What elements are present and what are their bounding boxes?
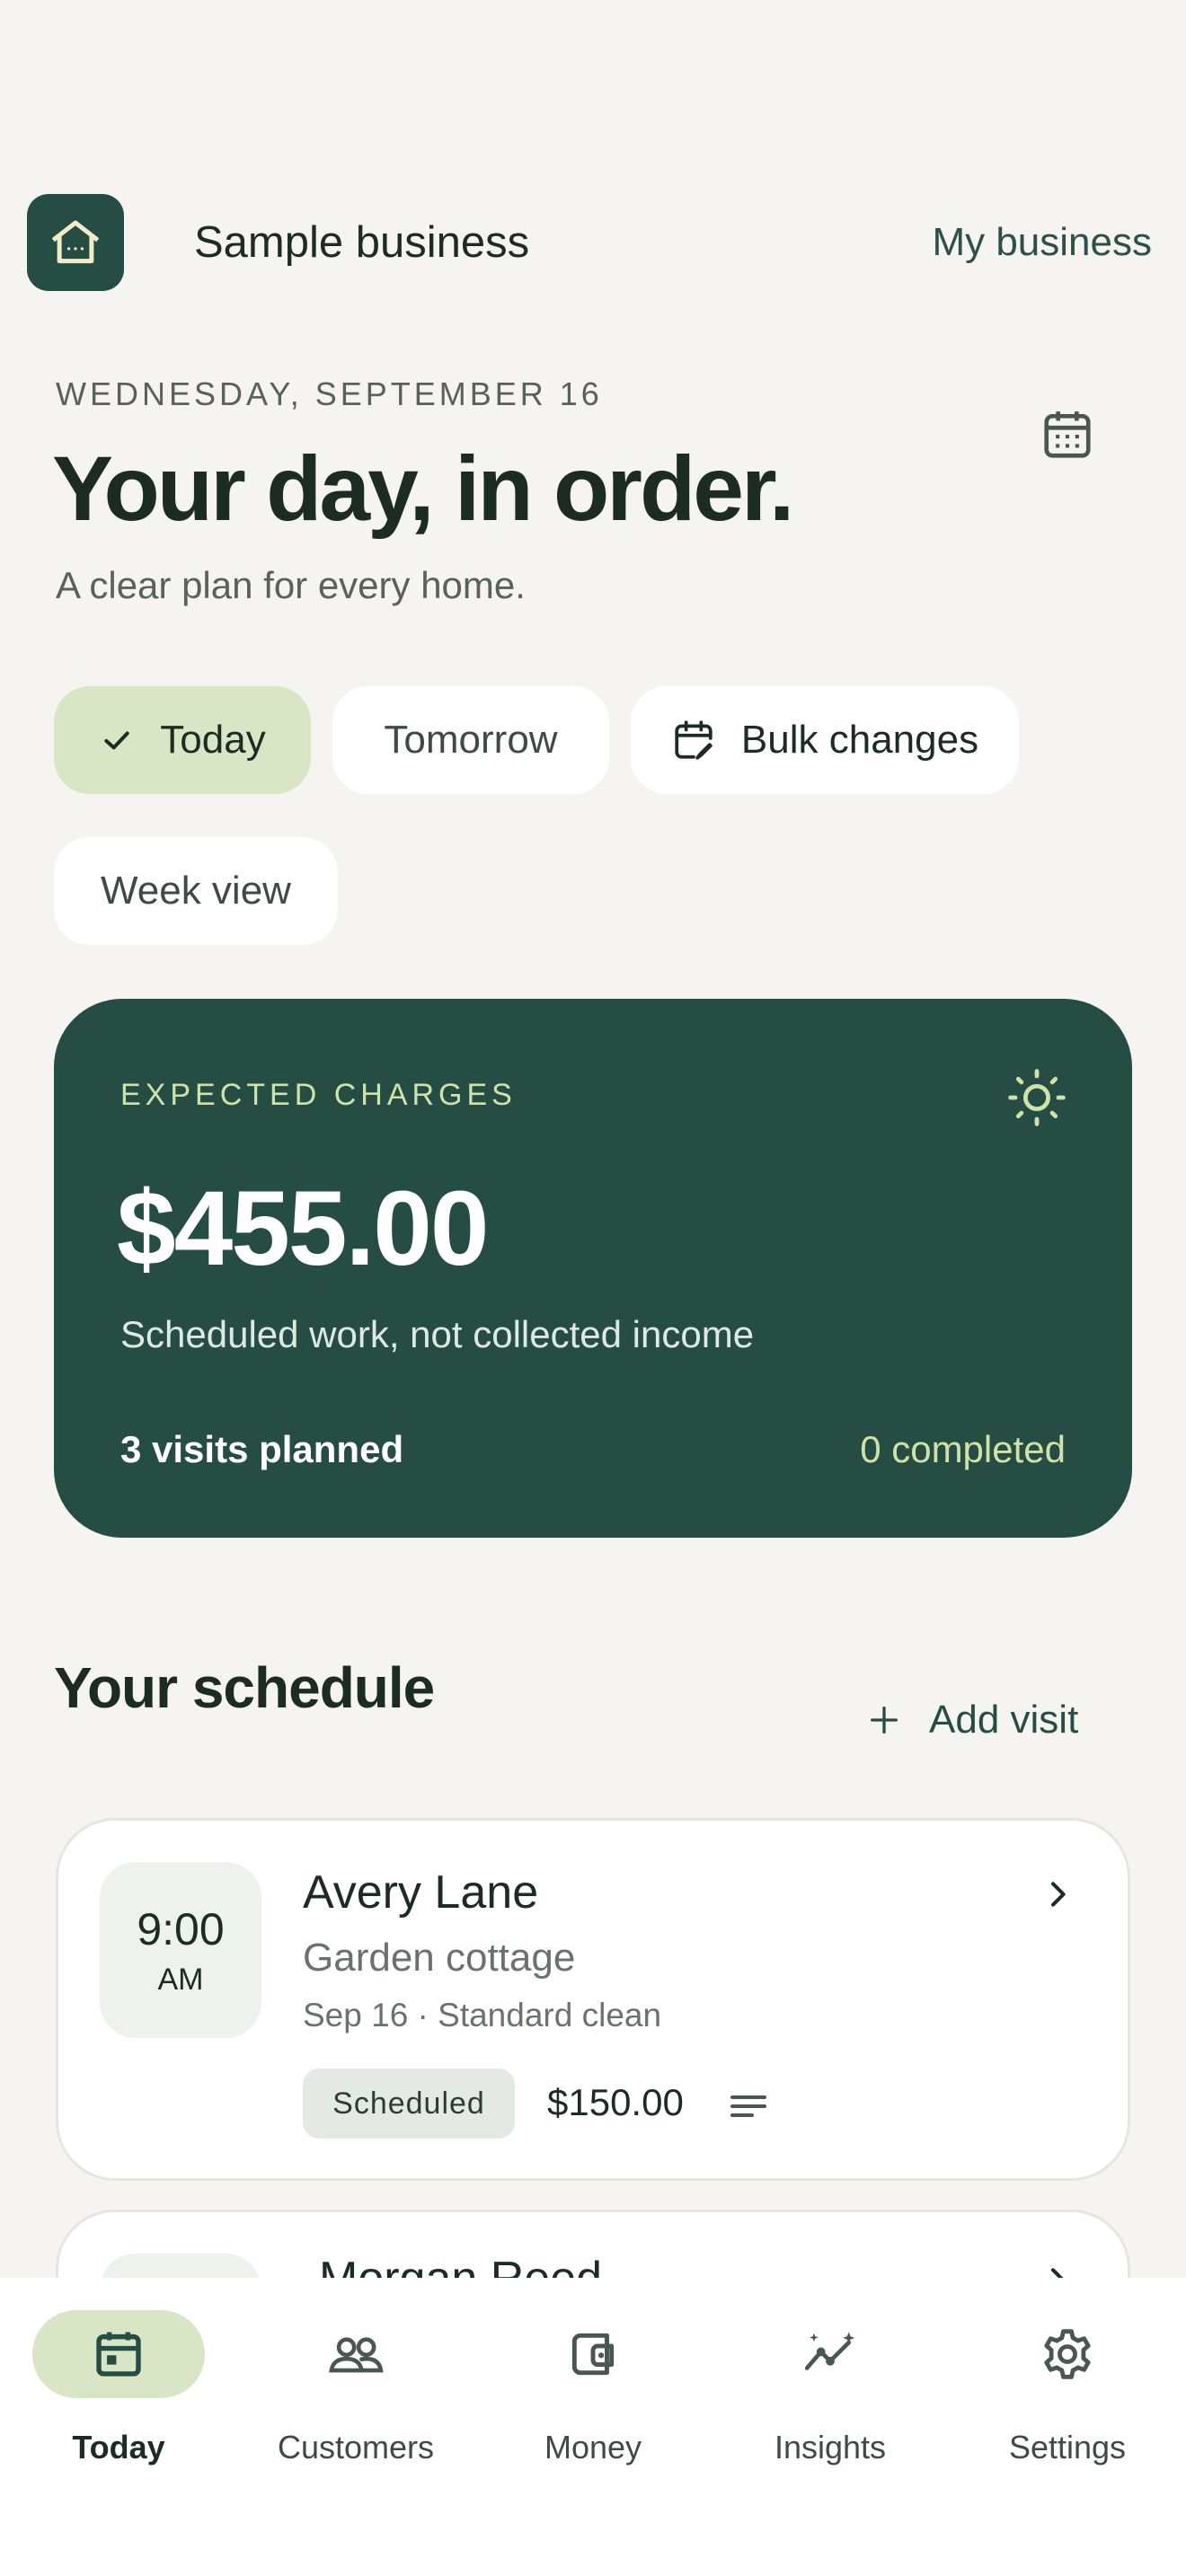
expected-charges-label: EXPECTED CHARGES — [120, 1078, 517, 1112]
page-subtitle: A clear plan for every home. — [56, 564, 526, 606]
week-view-chip[interactable]: Week view — [54, 837, 338, 945]
tab-money[interactable]: Money — [474, 2278, 712, 2502]
visit-time-box: 9:00 AM — [100, 1862, 261, 2038]
tab-money-icon-wrap — [507, 2310, 679, 2398]
business-logo[interactable] — [27, 194, 124, 291]
my-business-link[interactable]: My business — [932, 220, 1152, 265]
current-date: WEDNESDAY, SEPTEMBER 16 — [56, 375, 603, 412]
chevron-right-icon[interactable] — [1040, 1876, 1075, 1917]
gear-icon — [1044, 2329, 1091, 2379]
add-visit-button[interactable]: Add visit — [866, 1690, 1078, 1750]
status-badge: Scheduled — [303, 2069, 515, 2139]
filter-today-chip[interactable]: Today — [54, 686, 311, 794]
tab-today-label: Today — [72, 2429, 165, 2466]
filter-tomorrow-chip[interactable]: Tomorrow — [332, 686, 609, 794]
visits-completed-count: 0 completed — [860, 1428, 1066, 1470]
bulk-changes-label: Bulk changes — [740, 718, 979, 762]
people-icon — [329, 2337, 384, 2373]
visit-details: Sep 16 · Standard clean — [303, 1997, 662, 2033]
filter-tomorrow-label: Tomorrow — [384, 718, 558, 762]
visits-planned-count: 3 visits planned — [120, 1428, 404, 1470]
tab-today[interactable]: Today — [0, 2278, 237, 2502]
business-name: Sample business — [194, 218, 530, 267]
notes-icon — [727, 2088, 770, 2129]
week-view-label: Week view — [101, 869, 291, 913]
expected-charges-amount: $455.00 — [117, 1169, 490, 1288]
tab-customers[interactable]: Customers — [237, 2278, 474, 2502]
visit-price: $150.00 — [547, 2081, 684, 2123]
visit-location: Garden cottage — [303, 1936, 576, 1980]
calendar-icon — [1044, 411, 1091, 458]
page-title: Your day, in order. — [52, 437, 794, 540]
tab-insights[interactable]: Insights — [712, 2278, 949, 2502]
tab-insights-icon-wrap — [744, 2310, 916, 2398]
expected-charges-note: Scheduled work, not collected income — [120, 1313, 755, 1355]
bottom-tab-bar: Today Customers Money Insights Settings — [0, 2278, 1186, 2576]
sun-icon — [1005, 1065, 1069, 1134]
tab-settings-icon-wrap — [981, 2310, 1154, 2398]
tab-settings[interactable]: Settings — [949, 2278, 1186, 2502]
wallet-icon — [571, 2333, 615, 2376]
calendar-edit-icon — [671, 718, 716, 763]
filter-today-label: Today — [160, 718, 266, 762]
visit-time: 9:00 — [137, 1903, 225, 1954]
plus-icon — [866, 1702, 902, 1738]
app-header: Sample business My business — [27, 194, 1152, 291]
tab-customers-label: Customers — [277, 2429, 435, 2466]
add-visit-label: Add visit — [929, 1698, 1079, 1742]
tab-settings-label: Settings — [1008, 2429, 1127, 2466]
expected-charges-card: EXPECTED CHARGES $455.00 Scheduled work,… — [54, 999, 1132, 1538]
calendar-button[interactable] — [1033, 401, 1102, 469]
bulk-changes-chip[interactable]: Bulk changes — [631, 686, 1019, 794]
visit-customer-name: Avery Lane — [303, 1866, 539, 1919]
schedule-title: Your schedule — [54, 1655, 435, 1720]
tab-today-indicator — [32, 2310, 205, 2398]
sparkle-chart-icon — [804, 2332, 855, 2370]
tab-insights-label: Insights — [774, 2429, 887, 2466]
home-icon — [51, 220, 100, 264]
check-icon — [99, 722, 135, 758]
tab-customers-icon-wrap — [270, 2310, 442, 2398]
visit-time-period: AM — [157, 1962, 204, 1997]
tab-money-label: Money — [544, 2429, 642, 2466]
visit-card[interactable]: 9:00 AM Avery Lane Garden cottage Sep 16… — [56, 1818, 1130, 2181]
calendar-icon — [96, 2332, 141, 2377]
